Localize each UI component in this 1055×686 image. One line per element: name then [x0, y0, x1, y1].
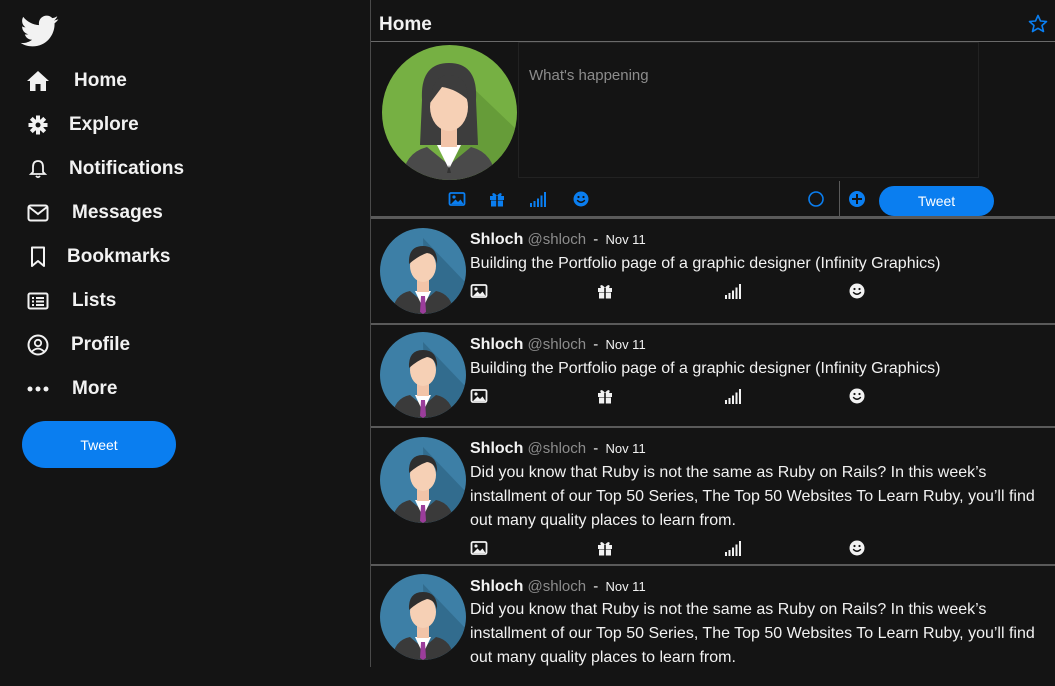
compose-tweet-button[interactable]: Tweet — [879, 186, 994, 216]
nav-item-profile[interactable]: Profile — [26, 325, 130, 365]
smiley-icon[interactable] — [848, 282, 866, 300]
tweet-avatar[interactable] — [380, 228, 466, 314]
image-icon[interactable] — [470, 282, 488, 300]
tweet-item[interactable]: Shloch @shloch - Nov 11 Building the Por… — [371, 219, 1055, 325]
tweet-author-name[interactable]: Shloch — [470, 231, 523, 248]
add-icon[interactable] — [848, 190, 866, 208]
list-icon — [26, 289, 50, 313]
smiley-icon[interactable] — [572, 190, 590, 208]
tweet-separator: - — [593, 440, 599, 457]
tweet-date: Nov 11 — [605, 579, 646, 594]
tweet-avatar[interactable] — [380, 437, 466, 523]
smiley-icon[interactable] — [848, 539, 866, 557]
tweet-avatar[interactable] — [380, 574, 466, 660]
smiley-icon[interactable] — [848, 387, 866, 405]
tweet-text: Did you know that Ruby is not the same a… — [470, 601, 1035, 666]
nav-item-notifications[interactable]: Notifications — [26, 149, 184, 189]
sidebar-tweet-button[interactable]: Tweet — [22, 421, 176, 468]
tweet-header: Shloch @shloch - Nov 11 — [470, 440, 646, 458]
tweet-author-handle[interactable]: @shloch — [528, 231, 587, 248]
cog-icon — [26, 113, 50, 137]
tweet-author-handle[interactable]: @shloch — [528, 578, 587, 595]
signal-icon[interactable] — [724, 387, 742, 405]
ellipsis-icon — [26, 377, 50, 401]
nav-label-explore: Explore — [69, 114, 139, 135]
nav-item-lists[interactable]: Lists — [26, 281, 116, 321]
nav-label-notifications: Notifications — [69, 158, 185, 179]
page-title: Home — [379, 14, 432, 35]
tweet-item[interactable]: Shloch @shloch - Nov 11 Did you know tha… — [371, 566, 1055, 686]
header: Home — [371, 0, 1055, 42]
tweet-author-name[interactable]: Shloch — [470, 440, 523, 457]
nav-item-bookmarks[interactable]: Bookmarks — [26, 237, 171, 277]
tweet-author-handle[interactable]: @shloch — [528, 440, 587, 457]
tweet-separator: - — [593, 231, 599, 248]
tweet-composer: Tweet — [371, 42, 1055, 219]
nav-item-home[interactable]: Home — [26, 61, 127, 101]
tweet-item[interactable]: Shloch @shloch - Nov 11 Building the Por… — [371, 325, 1055, 428]
tweet-header: Shloch @shloch - Nov 11 — [470, 578, 646, 596]
compose-input[interactable] — [518, 42, 979, 178]
tweet-date: Nov 11 — [605, 441, 646, 456]
gift-icon[interactable] — [488, 190, 506, 208]
bookmark-icon — [26, 245, 50, 269]
tweet-author-name[interactable]: Shloch — [470, 578, 523, 595]
tweet-author-handle[interactable]: @shloch — [528, 336, 587, 353]
gift-icon[interactable] — [596, 539, 614, 557]
nav-label-lists: Lists — [72, 290, 117, 311]
nav-label-bookmarks: Bookmarks — [67, 246, 171, 267]
nav-item-explore[interactable]: Explore — [26, 105, 139, 145]
image-icon[interactable] — [470, 539, 488, 557]
nav-item-messages[interactable]: Messages — [26, 193, 163, 233]
image-icon[interactable] — [448, 190, 466, 208]
sidebar: Home Explore Notifications Messages Book… — [0, 0, 370, 667]
tweet-header: Shloch @shloch - Nov 11 — [470, 231, 646, 249]
tweet-separator: - — [593, 578, 599, 595]
tweet-text: Did you know that Ruby is not the same a… — [470, 464, 1035, 529]
nav-item-more[interactable]: More — [26, 369, 117, 409]
star-icon[interactable] — [1028, 14, 1048, 34]
tweet-author-name[interactable]: Shloch — [470, 336, 523, 353]
tweet-text: Building the Portfolio page of a graphic… — [470, 255, 941, 272]
tweet-date: Nov 11 — [605, 232, 646, 247]
nav-label-messages: Messages — [72, 202, 163, 223]
progress-circle-icon — [808, 191, 824, 207]
tweet-text: Building the Portfolio page of a graphic… — [470, 360, 941, 377]
twitter-bird-icon[interactable] — [18, 12, 62, 50]
nav-label-profile: Profile — [71, 334, 131, 355]
signal-icon[interactable] — [724, 539, 742, 557]
nav-label-more: More — [72, 378, 118, 399]
signal-icon[interactable] — [529, 190, 547, 208]
nav-label-home: Home — [74, 70, 127, 91]
bell-icon — [26, 157, 50, 181]
envelope-icon — [26, 201, 50, 225]
composer-avatar — [382, 45, 517, 180]
signal-icon[interactable] — [724, 282, 742, 300]
composer-divider — [839, 181, 840, 217]
home-icon — [26, 69, 50, 93]
tweet-avatar[interactable] — [380, 332, 466, 418]
main-feed: Home Tweet Shloch @shloch - Nov 11 Build… — [370, 0, 1055, 667]
tweet-separator: - — [593, 336, 599, 353]
tweet-date: Nov 11 — [605, 337, 646, 352]
user-circle-icon — [26, 333, 50, 357]
gift-icon[interactable] — [596, 387, 614, 405]
image-icon[interactable] — [470, 387, 488, 405]
tweet-header: Shloch @shloch - Nov 11 — [470, 336, 646, 354]
gift-icon[interactable] — [596, 282, 614, 300]
tweet-item[interactable]: Shloch @shloch - Nov 11 Did you know tha… — [371, 428, 1055, 566]
